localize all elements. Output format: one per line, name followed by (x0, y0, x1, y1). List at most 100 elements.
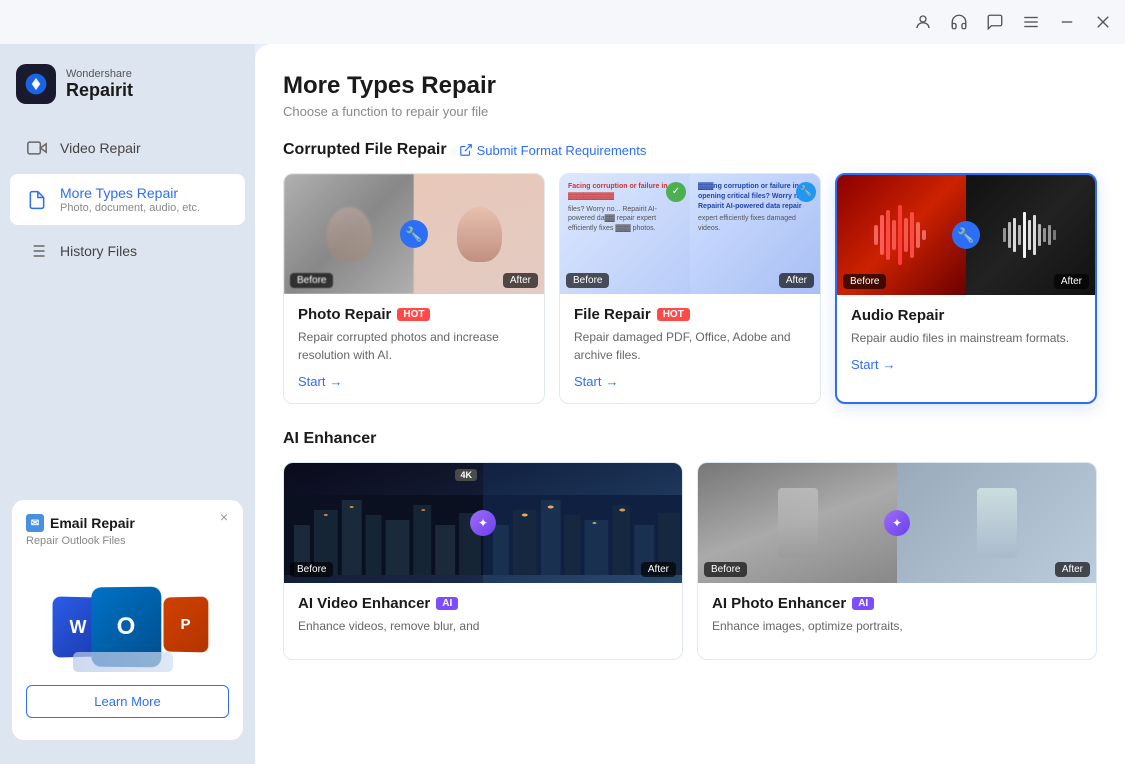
app-logo (16, 64, 56, 104)
audio-repair-body: Audio Repair Repair audio files in mains… (837, 295, 1095, 386)
file-repair-desc: Repair damaged PDF, Office, Adobe and ar… (574, 328, 806, 364)
photo-repair-label: Photo Repair (298, 306, 391, 323)
photo-after-half: After (414, 174, 544, 294)
submit-format-text: Submit Format Requirements (477, 143, 647, 158)
promo-close-button[interactable]: × (215, 508, 233, 526)
ai-video-label: AI Video Enhancer (298, 595, 430, 612)
file-after-label: After (779, 273, 814, 288)
ai-photo-after-half: After (897, 463, 1096, 583)
audio-after-label: After (1054, 274, 1089, 289)
ai-photo-image: Before After ✦ (698, 463, 1096, 583)
promo-subtitle: Repair Outlook Files (26, 535, 229, 547)
minimize-icon[interactable] (1057, 12, 1077, 32)
ai-enhancer-header: AI Enhancer (283, 430, 1097, 448)
ai-enhancer-grid: 4K Before (283, 462, 1097, 660)
promo-illustration: W O P (26, 547, 229, 677)
learn-more-button[interactable]: Learn More (26, 685, 229, 718)
more-types-repair-icon (26, 189, 48, 211)
file-repair-arrow: → (605, 374, 618, 389)
audio-repair-label: Audio Repair (851, 307, 944, 324)
ai-photo-enhance-icon: ✦ (884, 510, 910, 536)
before-after-file: Facing corruption or failure in ▓▓▓▓▓▓▓▓… (560, 174, 820, 294)
ai-photo-enhancer-card[interactable]: Before After ✦ AI Photo Enhancer (697, 462, 1097, 660)
close-icon[interactable] (1093, 12, 1113, 32)
photo-repair-card[interactable]: Before After 🔧 Photo Repair (283, 173, 545, 404)
main-content: More Types Repair Choose a function to r… (255, 44, 1125, 764)
submit-format-link[interactable]: Submit Format Requirements (459, 143, 647, 158)
audio-repair-center-icon: 🔧 (952, 221, 980, 249)
file-repair-card[interactable]: Facing corruption or failure in ▓▓▓▓▓▓▓▓… (559, 173, 821, 404)
file-repair-start-label: Start (574, 374, 601, 389)
promo-title: ✉ Email Repair (26, 514, 229, 532)
sidebar-item-history-label: History Files (60, 243, 137, 259)
file-repair-start[interactable]: Start → (574, 374, 806, 389)
ai-video-desc: Enhance videos, remove blur, and (298, 617, 668, 635)
4k-badge: 4K (455, 469, 477, 481)
titlebar (0, 0, 1125, 44)
audio-repair-desc: Repair audio files in mainstream formats… (851, 329, 1081, 347)
ai-photo-body: AI Photo Enhancer AI Enhance images, opt… (698, 583, 1096, 659)
app-body: Wondershare Repairit Video Repair (0, 44, 1125, 764)
file-repair-hot-badge: HOT (657, 308, 690, 321)
account-icon[interactable] (913, 12, 933, 32)
file-repair-image: Facing corruption or failure in ▓▓▓▓▓▓▓▓… (560, 174, 820, 294)
video-repair-icon (26, 137, 48, 159)
audio-after-half: After (966, 175, 1095, 295)
audio-repair-name: Audio Repair (851, 307, 1081, 324)
photo-repair-desc: Repair corrupted photos and increase res… (298, 328, 530, 364)
logo-company: Wondershare (66, 68, 133, 80)
corrupted-file-repair-title: Corrupted File Repair (283, 141, 447, 159)
file-repair-body: File Repair HOT Repair damaged PDF, Offi… (560, 294, 820, 403)
photo-repair-hot-badge: HOT (397, 308, 430, 321)
file-before-half: Facing corruption or failure in ▓▓▓▓▓▓▓▓… (560, 174, 690, 294)
ai-video-name: AI Video Enhancer AI (298, 595, 668, 612)
sidebar-item-history-files[interactable]: History Files (10, 229, 245, 273)
logo-area: Wondershare Repairit (0, 56, 255, 124)
ai-photo-name: AI Photo Enhancer AI (712, 595, 1082, 612)
before-label: Before (290, 273, 333, 288)
audio-before-label: Before (843, 274, 886, 289)
photo-before-half: Before (284, 174, 414, 294)
photo-repair-body: Photo Repair HOT Repair corrupted photos… (284, 294, 544, 403)
ai-photo-badge: AI (852, 597, 874, 610)
ai-photo-before-half: Before (698, 463, 897, 583)
corrupted-file-repair-header: Corrupted File Repair Submit Format Requ… (283, 141, 1097, 159)
ai-video-badge: AI (436, 597, 458, 610)
photo-repair-start-label: Start (298, 374, 325, 389)
file-repair-label: File Repair (574, 306, 651, 323)
ai-video-after-half: After (483, 463, 682, 583)
audio-before-half: Before (837, 175, 966, 295)
audio-repair-start[interactable]: Start → (851, 357, 1081, 372)
sidebar-item-video-repair[interactable]: Video Repair (10, 126, 245, 170)
photo-repair-arrow: → (329, 374, 342, 389)
ai-video-before-label: Before (290, 562, 333, 577)
audio-repair-card[interactable]: Before (835, 173, 1097, 404)
ai-video-after-label: After (641, 562, 676, 577)
file-repair-name: File Repair HOT (574, 306, 806, 323)
audio-repair-image: Before (837, 175, 1095, 295)
audio-waveform-after (1001, 200, 1061, 270)
photo-repair-image: Before After 🔧 (284, 174, 544, 294)
after-label: After (503, 273, 538, 288)
photo-repair-name: Photo Repair HOT (298, 306, 530, 323)
email-icon: ✉ (26, 514, 44, 532)
headphones-icon[interactable] (949, 12, 969, 32)
ai-photo-after-label: After (1055, 562, 1090, 577)
promo-card: × ✉ Email Repair Repair Outlook Files W … (12, 500, 243, 740)
sidebar-item-more-types-repair[interactable]: More Types Repair Photo, document, audio… (10, 174, 245, 225)
sidebar-item-more-types-label: More Types Repair (60, 185, 200, 201)
sidebar-item-video-repair-label: Video Repair (60, 140, 141, 156)
ai-video-enhancer-card[interactable]: 4K Before (283, 462, 683, 660)
ai-photo-before-label: Before (704, 562, 747, 577)
sidebar-item-video-repair-content: Video Repair (60, 140, 141, 156)
page-subtitle: Choose a function to repair your file (283, 104, 1097, 119)
corrupted-file-repair-grid: Before After 🔧 Photo Repair (283, 173, 1097, 404)
logo-brand: Repairit (66, 80, 133, 101)
photo-repair-start[interactable]: Start → (298, 374, 530, 389)
ai-video-enhance-icon: ✦ (470, 510, 496, 536)
ai-photo-label: AI Photo Enhancer (712, 595, 846, 612)
menu-icon[interactable] (1021, 12, 1041, 32)
chat-icon[interactable] (985, 12, 1005, 32)
external-link-icon (459, 143, 473, 157)
logo-text: Wondershare Repairit (66, 68, 133, 101)
